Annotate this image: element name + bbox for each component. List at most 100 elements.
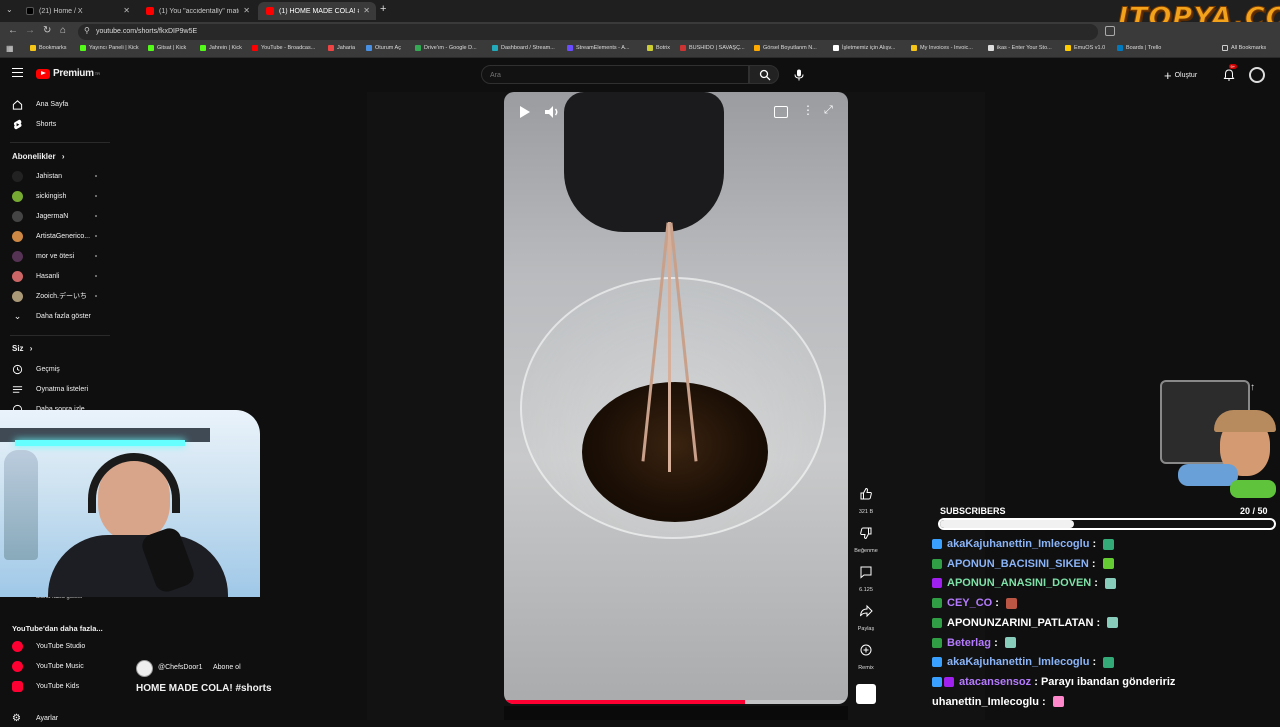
bookmark-item[interactable]: Yayıncı Paneli | Kick [80,45,139,51]
sidebar-item-subscription[interactable]: JagermaN [0,207,120,225]
search-input[interactable] [490,69,730,81]
channel-avatar[interactable] [136,660,153,677]
forward-icon[interactable]: → [25,25,35,36]
apps-grid-icon[interactable]: ▦ [6,44,14,53]
hamburger-menu-icon[interactable] [12,68,23,77]
sidebar-item-shorts[interactable]: Shorts [0,115,120,133]
bookmark-icon [328,45,334,51]
bookmark-item[interactable]: My Invoices - Invoic... [911,45,973,51]
account-avatar[interactable] [1249,67,1265,83]
close-icon[interactable]: ✕ [243,6,250,15]
create-button[interactable]: + Oluştur [1164,67,1197,83]
tab-youtube-video[interactable]: (1) You "accidentally" match out... ✕ [138,2,256,20]
logo-text: Premium [53,68,94,79]
chat-message: akaKajuhanettin_Imlecoglu : [932,536,1115,552]
bookmark-item[interactable]: Jahrein | Kick [200,45,242,51]
you-section-title[interactable]: Siz › [12,344,32,353]
like-button[interactable]: 321 B [853,482,879,515]
channel-avatar [12,270,23,282]
bookmark-label: Yayıncı Paneli | Kick [89,45,139,51]
sidebar-item-playlists[interactable]: Oynatma listeleri [0,380,120,398]
tab-x-home[interactable]: (21) Home / X ✕ [18,2,136,20]
sidebar-item-subscription[interactable]: Jahistan [0,167,120,185]
sidebar-item-home[interactable]: Ana Sayfa [0,95,120,113]
bottom-dark-strip [504,706,848,720]
address-bar[interactable]: ⚲ youtube.com/shorts/fkxDIP9w5E [78,24,1098,40]
bookmark-item[interactable]: Gitsat | Kick [148,45,186,51]
bookmark-item[interactable]: YouTube - Broadcas... [252,45,315,51]
bookmark-label: EmuOS v1.0 [1074,45,1106,51]
bookmark-item[interactable]: Drive'ım - Google D... [415,45,477,51]
sound-thumbnail[interactable] [856,684,876,704]
shorts-video-player[interactable]: ⋮ ⤢ [504,92,848,704]
thumbs-up-icon [860,487,872,500]
webcam-overlay [0,410,260,597]
notifications-button[interactable]: 9+ [1221,64,1237,83]
volume-button[interactable] [542,102,562,122]
bookmark-item[interactable]: Dashboard / Stream... [492,45,555,51]
remix-button[interactable]: Remix [853,638,879,671]
sidebar-item-subscription[interactable]: sickingish [0,187,120,205]
sidebar-item-subscription[interactable]: mor ve ötesi [0,247,120,265]
video-progress-track[interactable] [504,700,848,704]
bookmark-item[interactable]: İşletmemiz için Alışv... [833,45,895,51]
dislike-button[interactable]: Beğenme [853,521,879,554]
tab-youtube-shorts[interactable]: (1) HOME MADE COLA! #shorts ✕ [258,2,376,20]
bookmark-icon [492,45,498,51]
sidebar-item-youtube-music[interactable]: YouTube Music [0,657,120,675]
bookmark-item[interactable]: BUSHIDO | SAVAŞÇ... [680,45,745,51]
subscriptions-title[interactable]: Abonelikler › [12,152,64,161]
play-button[interactable] [514,102,534,122]
home-icon[interactable]: ⌂ [60,25,66,36]
youtube-logo[interactable]: Premium TR [36,68,100,79]
sidebar-item-subscription[interactable]: Zooich.デーいち [0,287,120,305]
extensions-icon[interactable] [1105,26,1115,36]
sidebar-item-youtube-kids[interactable]: YouTube Kids [0,677,120,695]
bookmark-item[interactable]: StreamElements - A... [567,45,630,51]
bookmark-item[interactable]: Botrix [647,45,670,51]
sidebar-item-settings[interactable]: ⚙ Ayarlar [0,709,120,727]
bookmark-item[interactable]: Bookmarks [30,45,67,51]
chat-emote-icon [1105,577,1117,589]
comments-button[interactable]: 6.125 [853,560,879,593]
bookmark-item[interactable]: EmuOS v1.0 [1065,45,1105,51]
bookmark-icon [911,45,917,51]
folder-icon [1222,45,1228,51]
search-button[interactable] [749,65,779,84]
reload-icon[interactable]: ↻ [43,25,51,36]
all-bookmarks[interactable]: All Bookmarks [1222,45,1266,51]
subscribers-label: SUBSCRIBERS [940,506,1006,516]
captions-button[interactable] [774,106,788,118]
browser-menu-icon[interactable]: ⌄ [6,5,13,14]
bookmark-item[interactable]: Boards | Trello [1117,45,1161,51]
show-more-button[interactable]: ⌄ Daha fazla göster [0,307,120,325]
subscribe-button[interactable]: Abone ol [213,664,241,671]
site-info-icon[interactable]: ⚲ [84,26,90,35]
bookmark-item[interactable]: Jaharia [328,45,355,51]
fullscreen-button[interactable]: ⤢ [824,104,833,117]
chat-separator: : [1088,557,1099,570]
home-icon [12,99,23,110]
cartoon-hands [1178,464,1238,486]
share-button[interactable]: Paylaş [853,599,879,632]
search-box[interactable] [481,65,749,84]
voice-search-button[interactable] [790,66,808,84]
bookmark-item[interactable]: ikas - Enter Your Sto... [988,45,1052,51]
new-tab-button[interactable]: + [380,3,386,15]
close-icon[interactable]: ✕ [123,6,130,15]
bookmark-item[interactable]: Oturum Aç [366,45,401,51]
bookmark-label: My Invoices - Invoic... [920,45,973,51]
channel-handle[interactable]: @ChefsDoor1 [158,664,202,671]
chat-emote-icon [1006,597,1018,609]
sidebar-item-subscription[interactable]: ArtistaGenerico... [0,227,120,245]
chat-emote-icon [1107,617,1119,629]
sidebar-item-history[interactable]: Geçmiş [0,360,120,378]
back-icon[interactable]: ← [8,25,18,36]
bust-statue [4,450,38,560]
more-options-button[interactable]: ⋮ [802,104,814,116]
sidebar-item-youtube-studio[interactable]: YouTube Studio [0,637,120,655]
bookmark-label: Dashboard / Stream... [501,45,555,51]
close-icon[interactable]: ✕ [363,6,370,15]
bookmark-item[interactable]: Görsel Boyutlanm N... [754,45,817,51]
sidebar-item-subscription[interactable]: Hasanli [0,267,120,285]
